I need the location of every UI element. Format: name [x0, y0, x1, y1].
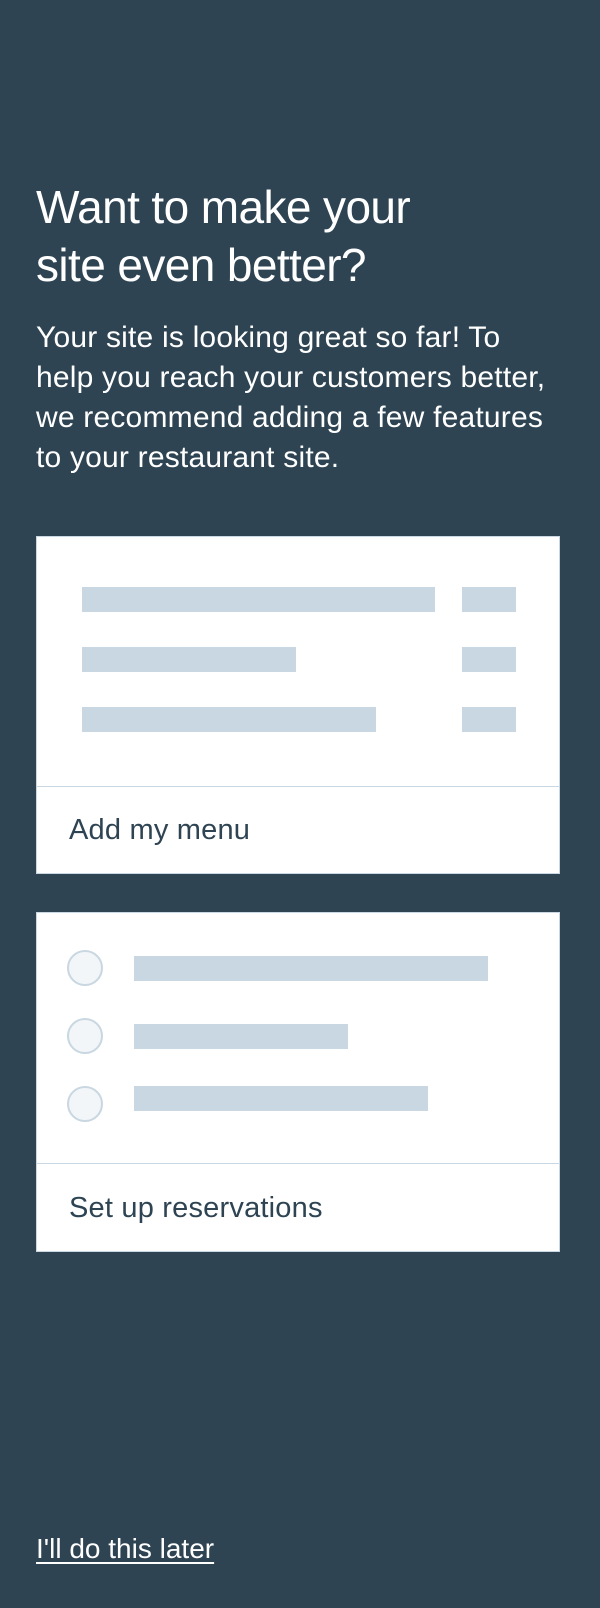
do-later-link[interactable]: I'll do this later — [36, 1532, 214, 1566]
menu-preview-illustration — [37, 537, 559, 787]
menu-item-placeholder — [82, 707, 376, 732]
page-description: Your site is looking great so far! To he… — [36, 321, 546, 474]
intro-section: Want to make your site even better? Your… — [36, 178, 560, 478]
menu-price-placeholder — [462, 587, 516, 612]
radio-circle-icon — [67, 1086, 103, 1122]
reservation-option-placeholder — [134, 956, 488, 981]
reservation-option-placeholder — [134, 1086, 428, 1111]
add-menu-card[interactable]: Add my menu — [36, 536, 560, 874]
reservations-card[interactable]: Set up reservations — [36, 912, 560, 1252]
menu-item-placeholder — [82, 647, 296, 672]
menu-price-placeholder — [462, 647, 516, 672]
reservation-option-placeholder — [134, 1024, 348, 1049]
page-title: Want to make your site even better? — [36, 181, 411, 291]
menu-item-placeholder — [82, 587, 435, 612]
reservations-label: Set up reservations — [69, 1192, 323, 1224]
reservations-preview-illustration — [37, 913, 559, 1164]
menu-price-placeholder — [462, 707, 516, 732]
add-menu-label: Add my menu — [69, 814, 251, 846]
radio-circle-icon — [67, 950, 103, 986]
radio-circle-icon — [67, 1018, 103, 1054]
